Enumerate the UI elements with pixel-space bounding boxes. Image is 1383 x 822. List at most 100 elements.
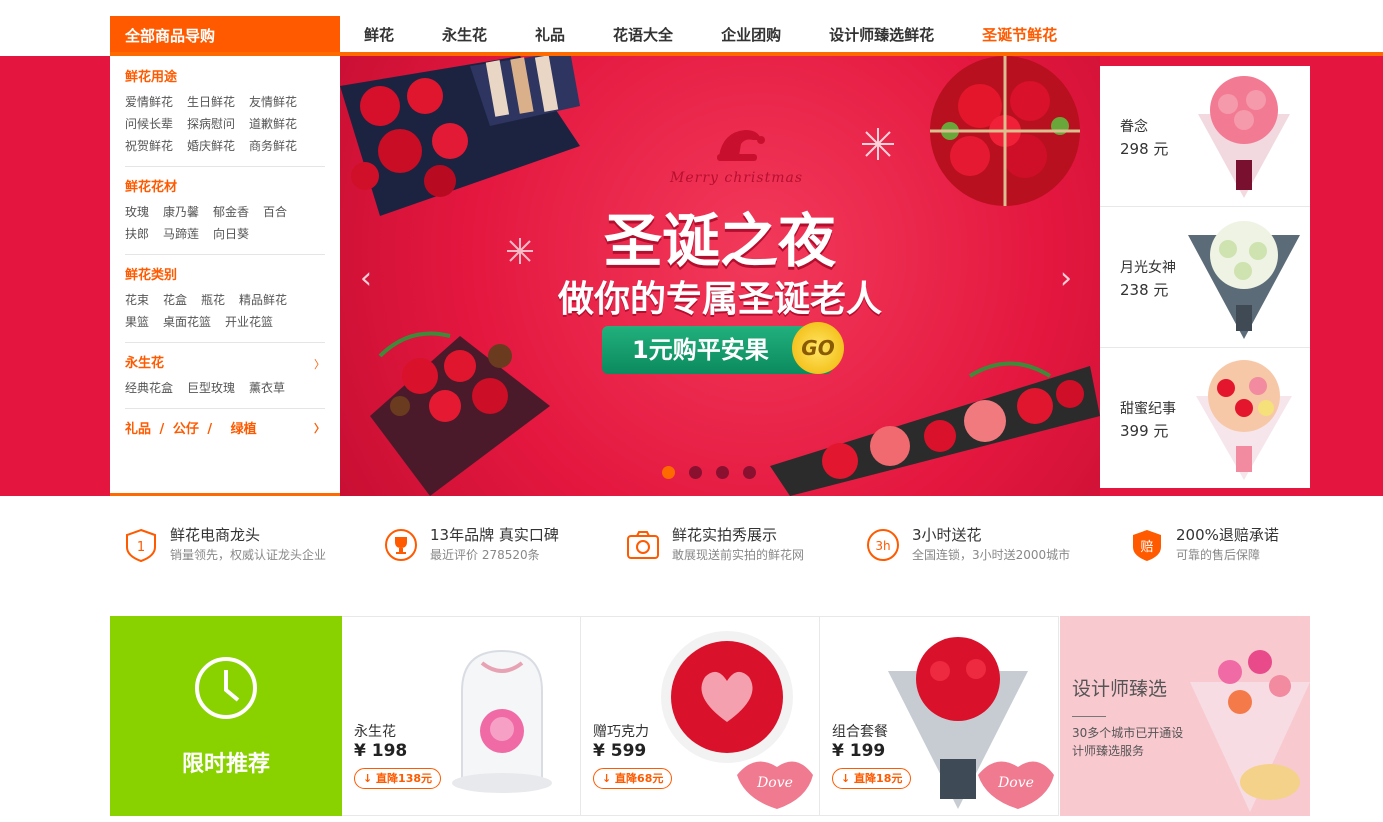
nav-item-gifts[interactable]: 礼品 [535, 16, 565, 54]
sidebar-link[interactable]: 薰衣草 [249, 377, 285, 399]
designer-subtitle: 30多个城市已开通设计师臻选服务 [1072, 726, 1184, 758]
sidebar-link[interactable]: 爱情鲜花 [125, 91, 173, 113]
sidebar-link[interactable]: 道歉鲜花 [249, 113, 297, 135]
pink-bouquet-image [1198, 76, 1290, 198]
sidebar-section-preserved: 永生花 〉 经典花盒 巨型玫瑰 薰衣草 [125, 352, 325, 409]
sidebar-section-type: 鲜花类别 花束 花盒 瓶花 精品鲜花 果篮 桌面花篮 开业花篮 [125, 264, 325, 343]
feature-title: 鲜花实拍秀展示 [672, 526, 778, 544]
clock-icon [195, 657, 257, 719]
sidebar-link[interactable]: 花束 [125, 289, 149, 311]
hero-banner[interactable]: Merry christmas 圣诞之夜 做你的专属圣诞老人 1元购平安果 GO… [340, 56, 1100, 496]
nav-item-christmas[interactable]: 圣诞节鲜花 [982, 16, 1057, 54]
carousel-dot[interactable] [662, 466, 675, 479]
sidebar-link[interactable]: 花盒 [163, 289, 187, 311]
sidebar-link[interactable]: 玫瑰 [125, 201, 149, 223]
product-card[interactable]: 永生花 ¥ 198 ↓ 直降138元 [342, 616, 581, 816]
designer-selection-tile[interactable]: 设计师臻选 30多个城市已开通设计师臻选服务 [1060, 616, 1310, 816]
sidebar-link[interactable]: 桌面花篮 [163, 311, 211, 333]
product-name: 赠巧克力 [593, 724, 649, 740]
product-name: 月光女神 [1120, 260, 1176, 276]
promo-button[interactable]: 1元购平安果 GO [602, 322, 844, 374]
feature-item: 3h 3小时送花 全国连锁，3小时送2000城市 [866, 524, 1070, 568]
carousel-dot[interactable] [689, 466, 702, 479]
sidebar-title[interactable]: 永生花 [125, 352, 325, 371]
sidebar-link[interactable]: 康乃馨 [163, 201, 199, 223]
fruit-box-image [770, 361, 1100, 496]
featured-product[interactable]: 月光女神 238 元 [1100, 207, 1310, 348]
carousel-dot[interactable] [743, 466, 756, 479]
designer-title: 设计师臻选 [1072, 678, 1168, 700]
product-card[interactable]: Dove 组合套餐 ¥ 199 ↓ 直降18元 [820, 616, 1059, 816]
nav-item-flowers[interactable]: 鲜花 [364, 16, 394, 54]
carousel-dot[interactable] [716, 466, 729, 479]
product-name: 甜蜜纪事 [1120, 401, 1176, 417]
compensation-shield-icon: 赔 [1133, 530, 1161, 561]
sidebar-link[interactable]: 开业花篮 [225, 311, 273, 333]
all-categories-button[interactable]: 全部商品导购 [110, 16, 340, 56]
mixed-bouquet-image [1196, 360, 1292, 480]
nav-item-preserved-flowers[interactable]: 永生花 [442, 16, 487, 54]
category-sidebar: 鲜花用途 爱情鲜花 生日鲜花 友情鲜花 问候长辈 探病慰问 道歉鲜花 祝贺鲜花 … [110, 56, 340, 496]
banner-title: 圣诞之夜 [603, 207, 836, 275]
limited-label: 限时推荐 [181, 752, 270, 777]
preserved-rose-dome-image [452, 649, 552, 793]
sidebar-title[interactable]: 鲜花类别 [125, 264, 325, 283]
sidebar-link[interactable]: 百合 [263, 201, 287, 223]
product-price: ¥ 599 [593, 741, 647, 761]
chevron-right-icon[interactable]: 〉 [314, 420, 325, 436]
sidebar-link[interactable]: 果篮 [125, 311, 149, 333]
chevron-right-icon[interactable]: 〉 [314, 356, 325, 372]
nav-item-flower-language[interactable]: 花语大全 [613, 16, 673, 54]
sidebar-link[interactable]: 经典花盒 [125, 377, 173, 399]
sidebar-link[interactable]: 扶郎 [125, 223, 149, 245]
sidebar-link[interactable]: 探病慰问 [187, 113, 235, 135]
feature-title: 13年品牌 真实口碑 [430, 526, 559, 544]
divider [1072, 716, 1106, 717]
camera-icon [627, 531, 659, 559]
featured-product[interactable]: 眷念 298 元 [1100, 66, 1310, 207]
sidebar-title[interactable]: 鲜花用途 [125, 66, 325, 85]
featured-product[interactable]: 甜蜜纪事 399 元 [1100, 348, 1310, 489]
sidebar-link[interactable]: 巨型玫瑰 [187, 377, 235, 399]
nav-item-corporate[interactable]: 企业团购 [721, 16, 781, 54]
feature-subtitle: 最近评价 278520条 [430, 548, 540, 562]
next-arrow-icon[interactable]: › [1060, 261, 1072, 296]
feature-item: 赔 200%退赔承诺 可靠的售后保障 [1130, 524, 1279, 568]
product-price: 298 元 [1120, 140, 1169, 158]
sidebar-link[interactable]: 精品鲜花 [239, 289, 287, 311]
sidebar-link[interactable]: 向日葵 [213, 223, 249, 245]
sidebar-link[interactable]: 郁金香 [213, 201, 249, 223]
main-nav-menu: 鲜花 永生花 礼品 花语大全 企业团购 设计师臻选鲜花 圣诞节鲜花 [340, 16, 1105, 54]
feature-title: 3小时送花 [912, 526, 982, 544]
price-drop-badge: ↓ 直降138元 [354, 768, 442, 789]
sidebar-link-plants[interactable]: 绿植 [231, 422, 257, 437]
limited-recommend-tile[interactable]: 限时推荐 [110, 616, 342, 816]
sidebar-link[interactable]: 婚庆鲜花 [187, 135, 235, 157]
sidebar-title[interactable]: 鲜花花材 [125, 176, 325, 195]
sidebar-section-material: 鲜花花材 玫瑰 康乃馨 郁金香 百合 扶郎 马蹄莲 向日葵 [125, 176, 325, 255]
product-card[interactable]: Dove 赠巧克力 ¥ 599 ↓ 直降68元 [581, 616, 820, 816]
sidebar-link-dolls[interactable]: 公仔 [173, 422, 199, 437]
sidebar-link-gifts[interactable]: 礼品 [125, 422, 151, 437]
sidebar-link[interactable]: 友情鲜花 [249, 91, 297, 113]
svg-text:赔: 赔 [1140, 540, 1153, 555]
product-name: 组合套餐 [832, 724, 888, 740]
prev-arrow-icon[interactable]: ‹ [360, 261, 372, 296]
sidebar-link[interactable]: 祝贺鲜花 [125, 135, 173, 157]
sidebar-link[interactable]: 瓶花 [201, 289, 225, 311]
nav-item-designer[interactable]: 设计师臻选鲜花 [829, 16, 934, 54]
sidebar-link[interactable]: 马蹄莲 [163, 223, 199, 245]
3h-clock-icon: 3h [867, 529, 899, 561]
feature-item: 13年品牌 真实口碑最近评价 278520条 [384, 524, 559, 568]
sidebar-link[interactable]: 商务鲜花 [249, 135, 297, 157]
product-price: ¥ 199 [832, 741, 886, 761]
gift-box-image [340, 56, 580, 216]
sidebar-link[interactable]: 生日鲜花 [187, 91, 235, 113]
feature-title: 鲜花电商龙头 [170, 526, 261, 544]
sidebar-link[interactable]: 问候长辈 [125, 113, 173, 135]
feature-title: 200%退赔承诺 [1176, 526, 1279, 544]
snowflake-icon [862, 128, 894, 160]
santa-hat-icon [717, 130, 765, 161]
product-price: ¥ 198 [354, 741, 408, 761]
go-badge[interactable]: GO [792, 322, 844, 374]
